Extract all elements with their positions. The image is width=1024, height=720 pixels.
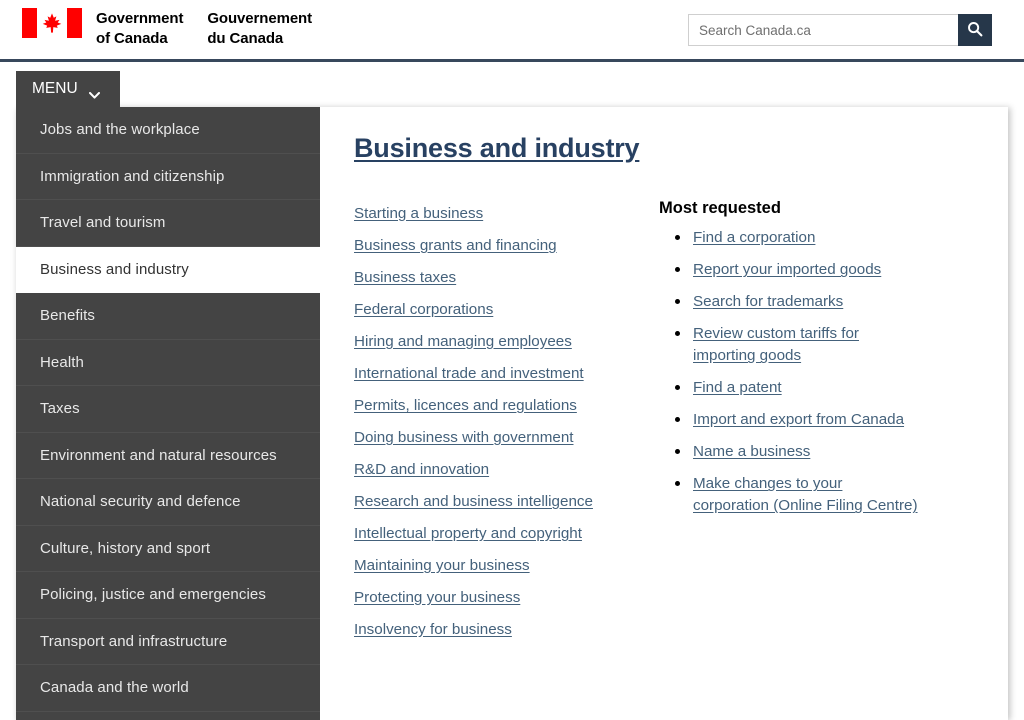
- sidebar-item-policing-justice-and-emergencies[interactable]: Policing, justice and emergencies: [16, 572, 320, 619]
- sidebar-item-benefits[interactable]: Benefits: [16, 293, 320, 340]
- sidebar-item-culture-history-and-sport[interactable]: Culture, history and sport: [16, 525, 320, 572]
- sidebar-item-immigration-and-citizenship[interactable]: Immigration and citizenship: [16, 153, 320, 200]
- most-requested-link[interactable]: Find a patent: [693, 379, 782, 396]
- most-requested-item: Review custom tariffs for importing good…: [659, 323, 921, 367]
- most-requested-item: Search for trademarks: [659, 291, 921, 313]
- sidebar-item-label: Canada and the world: [40, 679, 189, 697]
- most-requested-item: Find a patent: [659, 377, 921, 399]
- most-requested-list: Find a corporation Report your imported g…: [659, 227, 978, 517]
- topic-link[interactable]: R&D and innovation: [354, 454, 489, 486]
- sidebar-item-jobs-and-the-workplace[interactable]: Jobs and the workplace: [16, 107, 320, 154]
- topic-link[interactable]: Research and business intelligence: [354, 486, 593, 518]
- most-requested-link[interactable]: Make changes to your corporation (Online…: [693, 475, 918, 514]
- topic-link[interactable]: Federal corporations: [354, 294, 493, 326]
- search-button[interactable]: [958, 14, 992, 46]
- menu-region: MENU Jobs and the workplace Immigration a…: [0, 62, 1024, 720]
- sidebar-item-label: Culture, history and sport: [40, 539, 211, 557]
- most-requested-link[interactable]: Find a corporation: [693, 229, 815, 246]
- topic-link[interactable]: Business grants and financing: [354, 230, 557, 262]
- most-requested-heading: Most requested: [659, 199, 781, 217]
- most-requested-section: Most requested Find a corporation Report …: [659, 198, 978, 646]
- menu-button[interactable]: MENU: [16, 71, 120, 107]
- most-requested-item: Import and export from Canada: [659, 409, 921, 431]
- most-requested-link[interactable]: Report your imported goods: [693, 261, 881, 278]
- search-icon: [967, 21, 983, 40]
- most-requested-item: Find a corporation: [659, 227, 921, 249]
- wordmark-english: Government of Canada: [96, 10, 184, 47]
- most-requested-link[interactable]: Name a business: [693, 443, 810, 460]
- sidebar-item-business-and-industry[interactable]: Business and industry: [16, 246, 320, 293]
- sidebar-item-transport-and-infrastructure[interactable]: Transport and infrastructure: [16, 618, 320, 665]
- sidebar-item-label: Benefits: [40, 307, 95, 325]
- most-requested-item: Report your imported goods: [659, 259, 921, 281]
- page-title-link[interactable]: Business and industry: [354, 133, 640, 164]
- mega-menu-panel: Jobs and the workplace Immigration and ci…: [16, 107, 1008, 720]
- content-columns: Starting a business Business grants and f…: [354, 198, 978, 646]
- most-requested-link[interactable]: Import and export from Canada: [693, 411, 904, 428]
- topic-link[interactable]: Permits, licences and regulations: [354, 390, 577, 422]
- topic-link[interactable]: Insolvency for business: [354, 614, 512, 646]
- sidebar-item-travel-and-tourism[interactable]: Travel and tourism: [16, 200, 320, 247]
- topic-link[interactable]: Business taxes: [354, 262, 456, 294]
- theme-content: Business and industry Starting a busines…: [320, 107, 1008, 720]
- sidebar-item-label: Health: [40, 353, 84, 371]
- theme-nav: Jobs and the workplace Immigration and ci…: [16, 107, 320, 720]
- menu-button-label: MENU: [32, 80, 78, 97]
- brand-block: Government of Canada Gouvernement du Can…: [22, 6, 312, 49]
- wordmark-french: Gouvernement du Canada: [207, 10, 313, 47]
- sidebar-item-label: Business and industry: [40, 260, 189, 278]
- sidebar-item-label: National security and defence: [40, 493, 241, 511]
- sidebar-item-label: Immigration and citizenship: [40, 167, 225, 185]
- sidebar-item-canada-and-the-world[interactable]: Canada and the world: [16, 665, 320, 712]
- sidebar-item-taxes[interactable]: Taxes: [16, 386, 320, 433]
- wordmark: Government of Canada Gouvernement du Can…: [96, 9, 312, 49]
- sidebar-item-environment-and-natural-resources[interactable]: Environment and natural resources: [16, 432, 320, 479]
- sidebar-item-label: Environment and natural resources: [40, 446, 277, 464]
- topic-link[interactable]: Doing business with government: [354, 422, 574, 454]
- most-requested-link[interactable]: Review custom tariffs for importing good…: [693, 325, 859, 364]
- sidebar-item-label: Jobs and the workplace: [40, 121, 200, 139]
- site-header: Government of Canada Gouvernement du Can…: [0, 0, 1024, 59]
- sidebar-item-label: Travel and tourism: [40, 214, 166, 232]
- sidebar-item-label: Transport and infrastructure: [40, 632, 228, 650]
- sidebar-item-health[interactable]: Health: [16, 339, 320, 386]
- most-requested-link[interactable]: Search for trademarks: [693, 293, 843, 310]
- canada-flag-icon: [22, 8, 82, 38]
- topic-link[interactable]: Hiring and managing employees: [354, 326, 572, 358]
- most-requested-item: Name a business: [659, 441, 921, 463]
- sidebar-item-national-security-and-defence[interactable]: National security and defence: [16, 479, 320, 526]
- sidebar-item-label: Policing, justice and emergencies: [40, 586, 266, 604]
- sidebar-item-label: Taxes: [40, 400, 80, 418]
- topic-link[interactable]: International trade and investment: [354, 358, 584, 390]
- topic-link[interactable]: Intellectual property and copyright: [354, 518, 582, 550]
- topic-link[interactable]: Starting a business: [354, 198, 483, 230]
- site-search: [688, 14, 992, 46]
- chevron-down-icon: [88, 86, 100, 99]
- topic-link-list: Starting a business Business grants and f…: [354, 198, 659, 646]
- search-input[interactable]: [688, 14, 958, 46]
- most-requested-item: Make changes to your corporation (Online…: [659, 473, 921, 517]
- topic-link[interactable]: Maintaining your business: [354, 550, 530, 582]
- topic-link[interactable]: Protecting your business: [354, 582, 520, 614]
